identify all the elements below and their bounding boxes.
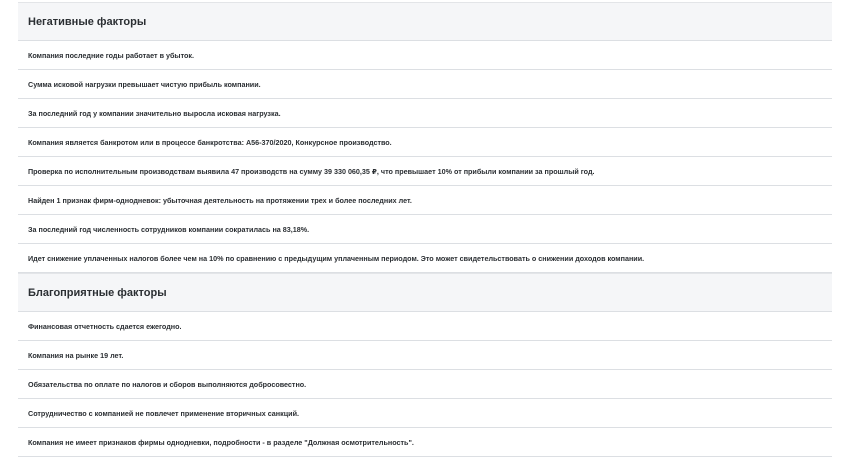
factors-panel: Негативные факторы Компания последние го… — [18, 2, 832, 457]
positive-factors-header: Благоприятные факторы — [18, 273, 832, 312]
negative-factor-item: Найден 1 признак фирм-однодневок: убыточ… — [18, 186, 832, 215]
negative-factor-item: Сумма исковой нагрузки превышает чистую … — [18, 70, 832, 99]
negative-factor-text: За последний год численность сотрудников… — [28, 224, 310, 234]
positive-factor-text: Финансовая отчетность сдается ежегодно. — [28, 321, 182, 331]
negative-factors-header: Негативные факторы — [18, 2, 832, 41]
positive-factor-text: Компания на рынке 19 лет. — [28, 350, 124, 360]
positive-factors-title: Благоприятные факторы — [28, 286, 167, 299]
positive-factor-item: Обязательства по оплате по налогов и сбо… — [18, 370, 832, 399]
negative-factor-item: Идет снижение уплаченных налогов более ч… — [18, 244, 832, 273]
negative-factor-item: За последний год численность сотрудников… — [18, 215, 832, 244]
positive-factor-item: Компания не имеет признаков фирмы однодн… — [18, 428, 832, 457]
positive-factor-item: Финансовая отчетность сдается ежегодно. — [18, 312, 832, 341]
negative-factor-text: Найден 1 признак фирм-однодневок: убыточ… — [28, 195, 412, 205]
positive-factor-item: Компания на рынке 19 лет. — [18, 341, 832, 370]
negative-factor-text: Компания является банкротом или в процес… — [28, 137, 392, 147]
negative-factor-text: Компания последние годы работает в убыто… — [28, 50, 194, 60]
negative-factor-text: Сумма исковой нагрузки превышает чистую … — [28, 79, 261, 89]
negative-factor-text: Идет снижение уплаченных налогов более ч… — [28, 253, 645, 263]
negative-factor-text: Проверка по исполнительным производствам… — [28, 166, 595, 176]
negative-factor-item: За последний год у компании значительно … — [18, 99, 832, 128]
negative-factor-item: Компания последние годы работает в убыто… — [18, 41, 832, 70]
negative-factor-text: За последний год у компании значительно … — [28, 108, 281, 118]
positive-factor-text: Обязательства по оплате по налогов и сбо… — [28, 379, 307, 389]
positive-factor-text: Компания не имеет признаков фирмы однодн… — [28, 437, 414, 447]
negative-factors-title: Негативные факторы — [28, 15, 147, 28]
positive-factor-text: Сотрудничество с компанией не повлечет п… — [28, 408, 299, 418]
negative-factor-item: Компания является банкротом или в процес… — [18, 128, 832, 157]
positive-factor-item: Сотрудничество с компанией не повлечет п… — [18, 399, 832, 428]
negative-factor-item: Проверка по исполнительным производствам… — [18, 157, 832, 186]
